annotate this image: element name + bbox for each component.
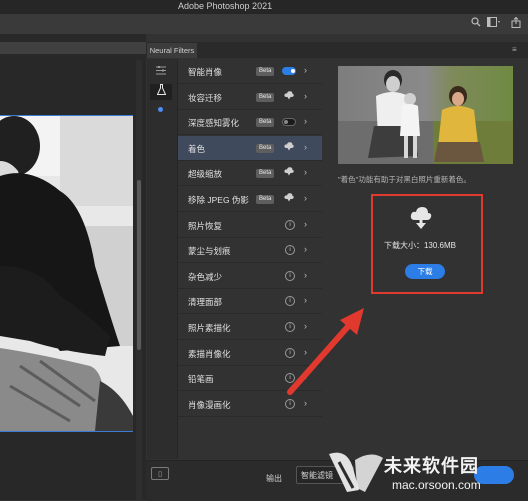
beta-badge: Beta	[256, 143, 275, 153]
filter-name: 蒙尘与划痕	[188, 246, 231, 257]
beta-badge: Beta	[256, 195, 275, 204]
watermark-text: 未来软件园	[384, 456, 479, 476]
scrollbar-thumb[interactable]	[137, 180, 141, 350]
filter-name: 铅笔画	[188, 374, 214, 385]
filter-toggle[interactable]	[282, 118, 296, 127]
filter-name: 智能肖像	[188, 67, 223, 77]
output-label: 输出	[266, 474, 282, 483]
info-icon[interactable]: i	[285, 245, 295, 256]
filter-name: 照片素描化	[188, 323, 231, 333]
cloud-download-icon[interactable]	[284, 90, 294, 102]
document-tab[interactable]	[0, 42, 146, 54]
options-bar	[0, 14, 528, 35]
filter-row[interactable]: 妆容迁移 Beta ›	[178, 85, 322, 110]
chevron-right-icon[interactable]: ›	[304, 219, 307, 229]
beta-badge: Beta	[256, 118, 275, 128]
filter-name: 妆容迁移	[188, 92, 223, 103]
filter-row[interactable]: 智能肖像 Beta ›	[178, 59, 322, 84]
watermark-logo	[325, 448, 385, 496]
beta-badge: Beta	[256, 169, 275, 179]
filter-row[interactable]: 照片恢复 i ›	[178, 213, 322, 238]
cloud-download-icon[interactable]	[284, 193, 294, 204]
annotation-arrow	[280, 300, 370, 400]
filter-name: 杂色减少	[188, 271, 223, 282]
cloud-download-icon[interactable]	[284, 167, 294, 178]
filter-name: 肖像漫画化	[188, 399, 231, 410]
beta-badge: Beta	[256, 67, 275, 76]
filter-name: 照片恢复	[188, 220, 223, 231]
filter-name: 深度感知雾化	[188, 118, 240, 129]
chevron-right-icon[interactable]: ›	[304, 244, 307, 254]
filter-row[interactable]: 杂色减少 i ›	[178, 264, 322, 289]
filter-row[interactable]: 移除 JPEG 伪影 Beta ›	[178, 187, 322, 212]
chevron-right-icon[interactable]: ›	[304, 167, 307, 177]
before-after-icon[interactable]: ▯	[151, 467, 169, 480]
panel-menu-icon[interactable]: ≡	[512, 45, 517, 54]
filter-name: 素描肖像化	[188, 348, 231, 359]
filter-row[interactable]: 深度感知雾化 Beta ›	[178, 110, 322, 136]
highlight-box	[371, 194, 483, 294]
search-icon[interactable]	[470, 17, 482, 29]
toggle-knob	[284, 120, 288, 125]
filter-toggle[interactable]	[282, 67, 296, 75]
workspace-icon[interactable]	[486, 17, 502, 29]
filter-name: 清理面部	[188, 297, 223, 308]
filters-list-icon[interactable]	[150, 64, 172, 80]
panel-tab-row	[146, 42, 528, 58]
filter-name: 超级缩放	[188, 169, 223, 180]
document-canvas[interactable]	[0, 115, 133, 432]
info-icon[interactable]: i	[285, 219, 295, 230]
chevron-right-icon[interactable]: ›	[304, 270, 307, 280]
share-icon[interactable]	[510, 16, 522, 29]
chevron-right-icon[interactable]: ›	[304, 116, 307, 126]
filter-row[interactable]: 超级缩放 Beta ›	[178, 161, 322, 187]
beta-badge: Beta	[256, 92, 275, 102]
chevron-right-icon[interactable]: ›	[304, 193, 307, 203]
beaker-icon[interactable]	[150, 84, 172, 100]
app-title: Adobe Photoshop 2021	[178, 1, 273, 11]
filter-row[interactable]: 着色 Beta ›	[178, 135, 322, 161]
filter-name: 移除 JPEG 伪影	[188, 195, 249, 205]
chevron-right-icon[interactable]: ›	[304, 91, 307, 101]
chevron-right-icon[interactable]: ›	[304, 142, 307, 152]
info-icon[interactable]: i	[285, 270, 295, 281]
info-icon[interactable]: i	[285, 398, 295, 409]
filter-name: 着色	[188, 143, 206, 154]
panel-sidebar	[147, 59, 178, 459]
watermark-url: mac.orsoon.com	[392, 478, 481, 492]
tab-neural-filters[interactable]: Neural Filters	[147, 43, 197, 58]
filter-row[interactable]: 蒙尘与划痕 i ›	[178, 238, 322, 264]
active-indicator-dot	[158, 107, 163, 112]
cloud-download-icon[interactable]	[284, 142, 294, 153]
chevron-right-icon[interactable]: ›	[304, 65, 307, 75]
toggle-knob	[291, 69, 295, 73]
filter-description: "着色"功能有助于对黑白照片重新着色。	[338, 175, 471, 184]
preview-image	[338, 66, 513, 164]
